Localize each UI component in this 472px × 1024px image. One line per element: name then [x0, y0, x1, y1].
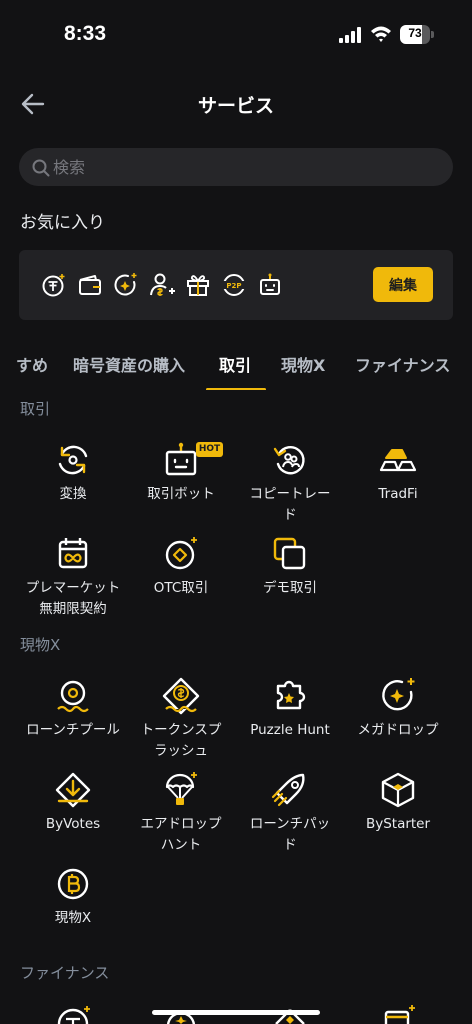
service-convert[interactable]: 変換	[14, 440, 132, 505]
p2p-icon[interactable]: P2P	[221, 272, 247, 298]
service-label: 現物X	[54, 910, 92, 926]
user-add-icon[interactable]	[149, 272, 175, 298]
search-bar[interactable]	[19, 148, 453, 186]
service-spot-x[interactable]: 現物X	[14, 864, 132, 929]
service-label: Puzzle Hunt	[250, 722, 330, 738]
megadrop-icon	[382, 678, 415, 711]
favorites-label: お気に入り	[20, 213, 105, 233]
battery-indicator: 73	[400, 25, 434, 44]
gift-icon[interactable]	[185, 272, 211, 298]
megadrop-icon[interactable]	[113, 272, 139, 298]
tab-trade[interactable]: 取引	[219, 352, 251, 376]
service-airdrop-hunt[interactable]: エアドロップ ハント	[122, 770, 240, 856]
otc-diamond-icon	[165, 537, 197, 570]
convert-icon	[58, 445, 88, 475]
wallet-icon[interactable]	[77, 272, 103, 298]
service-label: コピートレード	[249, 486, 331, 523]
search-input[interactable]	[53, 148, 433, 186]
service-token-splash[interactable]: トークンスプ ラッシュ	[122, 676, 240, 762]
active-tab-indicator	[206, 388, 266, 390]
service-copy-trade[interactable]: コピートレード	[231, 440, 349, 526]
hot-badge: HOT	[196, 442, 223, 457]
service-label: ByVotes	[45, 816, 101, 832]
service-label: OTC取引	[153, 580, 209, 596]
vote-icon	[55, 772, 91, 808]
service-label: 変換	[59, 486, 87, 502]
service-premarket-perp[interactable]: プレマーケット 無期限契約	[14, 534, 132, 620]
tab-recommended[interactable]: すめ	[16, 352, 48, 376]
clock: 8:33	[64, 22, 107, 45]
service-label: ローンチプール	[26, 722, 120, 738]
service-launchpool[interactable]: ローンチプール	[14, 676, 132, 741]
gold-bars-icon	[379, 449, 417, 472]
bitcoin-icon	[57, 868, 89, 900]
service-label: エアドロップ ハント	[140, 816, 222, 853]
edit-favorites-button[interactable]: 編集	[373, 267, 433, 302]
robot-icon[interactable]	[257, 272, 283, 298]
tab-buy-crypto[interactable]: 暗号資産の購入	[73, 352, 185, 376]
wifi-icon	[371, 26, 391, 42]
service-label: TradFi	[378, 486, 418, 502]
puzzle-icon	[276, 680, 306, 710]
token-icon[interactable]	[53, 1002, 93, 1024]
cellular-signal-icon	[339, 27, 361, 43]
service-label: プレマーケット 無期限契約	[25, 580, 121, 617]
service-otc[interactable]: OTC取引	[122, 534, 240, 599]
section-title-spot-x: 現物X	[20, 636, 61, 654]
service-puzzle-hunt[interactable]: Puzzle Hunt	[231, 676, 349, 741]
service-label: ByStarter	[365, 816, 431, 832]
demo-squares-icon	[273, 537, 306, 570]
cube-icon	[381, 772, 415, 808]
status-bar: 8:33 73	[0, 0, 472, 70]
svg-text:P2P: P2P	[226, 282, 241, 290]
search-icon	[32, 159, 50, 177]
favorites-bar: P2P 編集	[19, 250, 453, 320]
section-title-finance: ファイナンス	[20, 964, 110, 982]
copy-trade-icon	[273, 446, 305, 475]
section-title-trade: 取引	[20, 400, 51, 418]
service-megadrop[interactable]: メガドロップ	[339, 676, 457, 741]
robot-icon	[165, 442, 197, 476]
service-label: 取引ボット	[147, 486, 215, 502]
service-label: ローンチパッド	[249, 816, 331, 853]
service-label: トークンスプ ラッシュ	[140, 722, 222, 759]
token-splash-icon	[162, 677, 200, 715]
service-label: メガドロップ	[357, 722, 439, 738]
battery-percent: 73	[408, 26, 422, 40]
service-demo-trading[interactable]: デモ取引	[231, 534, 349, 599]
rocket-icon	[271, 773, 305, 807]
tab-spot-x[interactable]: 現物X	[281, 352, 325, 376]
tab-finance[interactable]: ファイナンス	[355, 352, 450, 376]
launchpool-icon	[57, 680, 89, 713]
calendar-infinity-icon	[58, 538, 88, 569]
card-icon[interactable]	[378, 1002, 418, 1024]
token-icon[interactable]	[41, 272, 67, 298]
category-tabs: すめ 暗号資産の購入 取引 現物X ファイナンス	[0, 350, 472, 390]
home-indicator[interactable]	[152, 1010, 320, 1015]
page-title: サービス	[197, 95, 274, 117]
service-tradfi[interactable]: TradFi	[339, 440, 457, 505]
service-byvotes[interactable]: ByVotes	[14, 770, 132, 835]
service-label: デモ取引	[263, 580, 317, 596]
parachute-icon	[165, 772, 197, 805]
service-launchpad[interactable]: ローンチパッド	[231, 770, 349, 856]
service-bystarter[interactable]: ByStarter	[339, 770, 457, 835]
